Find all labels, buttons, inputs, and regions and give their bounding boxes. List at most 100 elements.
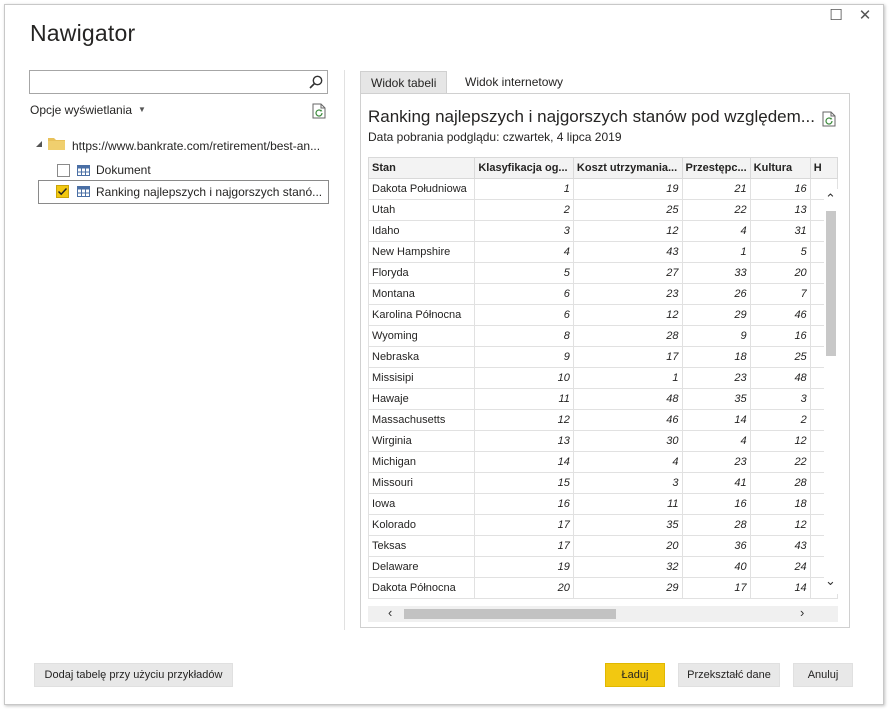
column-header[interactable]: Koszt utrzymania... bbox=[572, 157, 683, 179]
scroll-up-icon[interactable]: ⌃ bbox=[825, 191, 836, 207]
table-row: Dakota Północna 20 29 17 14 bbox=[368, 577, 838, 599]
tab-table-view[interactable]: Widok tabeli bbox=[360, 71, 448, 94]
table-cell: 13 bbox=[474, 430, 574, 452]
table-cell: Wyoming bbox=[368, 325, 476, 347]
search-input[interactable] bbox=[29, 70, 328, 94]
table-cell: 22 bbox=[749, 451, 811, 473]
column-header[interactable]: Stan bbox=[368, 157, 476, 179]
data-grid[interactable]: Stan Klasyfikacja og... Koszt utrzymania..… bbox=[368, 157, 838, 606]
table-row: Michigan 14 4 23 22 bbox=[368, 451, 838, 473]
table-cell: 11 bbox=[474, 388, 574, 410]
column-header[interactable]: Kultura bbox=[749, 157, 811, 179]
table-cell: 20 bbox=[749, 262, 811, 284]
table-cell: 18 bbox=[681, 346, 751, 368]
table-cell: 6 bbox=[474, 304, 574, 326]
table-cell: 25 bbox=[572, 199, 683, 221]
table-cell: 3 bbox=[474, 220, 574, 242]
column-header[interactable]: Przestępc... bbox=[681, 157, 751, 179]
table-cell: Iowa bbox=[368, 493, 476, 515]
table-cell: Idaho bbox=[368, 220, 476, 242]
table-row: Karolina Północna 6 12 29 46 bbox=[368, 304, 838, 326]
table-row: Wirginia 13 30 4 12 bbox=[368, 430, 838, 452]
table-icon bbox=[77, 165, 90, 176]
table-cell: 7 bbox=[749, 283, 811, 305]
refresh-icon[interactable] bbox=[312, 103, 326, 119]
expand-triangle-icon[interactable] bbox=[35, 140, 43, 148]
close-icon[interactable]: ✕ bbox=[855, 6, 875, 26]
scroll-left-icon[interactable]: ‹ bbox=[388, 605, 392, 620]
table-cell: 35 bbox=[681, 388, 751, 410]
table-row: Missouri 15 3 41 28 bbox=[368, 472, 838, 494]
maximize-icon[interactable]: ☐ bbox=[826, 6, 846, 26]
table-cell: Karolina Północna bbox=[368, 304, 476, 326]
column-header[interactable]: Klasyfikacja og... bbox=[474, 157, 574, 179]
display-options-label: Opcje wyświetlania bbox=[30, 103, 133, 117]
table-cell: 28 bbox=[572, 325, 683, 347]
tree-item-label: Ranking najlepszych i najgorszych stanó.… bbox=[96, 185, 323, 199]
checkbox-ranking[interactable] bbox=[56, 185, 69, 198]
table-cell: Hawaje bbox=[368, 388, 476, 410]
table-cell: 4 bbox=[572, 451, 683, 473]
horizontal-scroll-thumb[interactable] bbox=[404, 609, 616, 619]
preview-title: Ranking najlepszych i najgorszych stanów… bbox=[368, 107, 815, 126]
table-row: Dakota Południowa 1 19 21 16 bbox=[368, 178, 838, 200]
scroll-down-icon[interactable]: ⌄ bbox=[825, 573, 836, 589]
table-row: Idaho 3 12 4 31 bbox=[368, 220, 838, 242]
tree-item-label: Dokument bbox=[96, 163, 151, 177]
checkbox-dokument[interactable] bbox=[57, 164, 70, 177]
cancel-button[interactable]: Anuluj bbox=[793, 663, 853, 687]
table-cell: 23 bbox=[681, 451, 751, 473]
table-cell: 12 bbox=[572, 304, 683, 326]
scroll-right-icon[interactable]: › bbox=[800, 605, 804, 620]
table-row: Massachusetts 12 46 14 2 bbox=[368, 409, 838, 431]
table-cell: 12 bbox=[474, 409, 574, 431]
table-row: Floryda 5 27 33 20 bbox=[368, 262, 838, 284]
table-cell: 9 bbox=[474, 346, 574, 368]
table-cell: 2 bbox=[474, 199, 574, 221]
table-cell: Teksas bbox=[368, 535, 476, 557]
transform-data-button[interactable]: Przekształć dane bbox=[678, 663, 780, 687]
load-button[interactable]: Ładuj bbox=[605, 663, 665, 687]
table-cell: 10 bbox=[474, 367, 574, 389]
table-cell: 12 bbox=[749, 514, 811, 536]
table-cell: 4 bbox=[681, 220, 751, 242]
table-cell: 23 bbox=[572, 283, 683, 305]
table-cell: 17 bbox=[474, 514, 574, 536]
table-cell: Utah bbox=[368, 199, 476, 221]
table-cell: 40 bbox=[681, 556, 751, 578]
table-cell: 14 bbox=[474, 451, 574, 473]
table-cell: 18 bbox=[749, 493, 811, 515]
table-cell: Dakota Południowa bbox=[368, 178, 476, 200]
table-cell: 22 bbox=[681, 199, 751, 221]
table-cell: 30 bbox=[572, 430, 683, 452]
refresh-icon[interactable] bbox=[822, 111, 836, 127]
table-cell: 36 bbox=[681, 535, 751, 557]
table-cell: 3 bbox=[749, 388, 811, 410]
table-row: Wyoming 8 28 9 16 bbox=[368, 325, 838, 347]
table-cell: 28 bbox=[681, 514, 751, 536]
table-cell: 16 bbox=[749, 178, 811, 200]
table-cell: 12 bbox=[572, 220, 683, 242]
table-row: New Hampshire 4 43 1 5 bbox=[368, 241, 838, 263]
vertical-scrollbar[interactable]: ⌃ ⌄ bbox=[824, 189, 838, 594]
horizontal-scrollbar[interactable]: ‹ › bbox=[368, 605, 838, 622]
dialog-title: Nawigator bbox=[30, 20, 136, 46]
table-cell: 48 bbox=[572, 388, 683, 410]
add-table-by-example-button[interactable]: Dodaj tabelę przy użyciu przykładów bbox=[34, 663, 233, 687]
table-row: Utah 2 25 22 13 bbox=[368, 199, 838, 221]
table-cell: 31 bbox=[749, 220, 811, 242]
vertical-scroll-thumb[interactable] bbox=[826, 211, 836, 356]
folder-icon bbox=[48, 138, 65, 150]
display-options-dropdown[interactable]: Opcje wyświetlania ▼ bbox=[30, 103, 146, 117]
table-cell: 16 bbox=[681, 493, 751, 515]
table-cell: 27 bbox=[572, 262, 683, 284]
tab-web-view[interactable]: Widok internetowy bbox=[455, 71, 573, 93]
table-row: Missisipi 10 1 23 48 bbox=[368, 367, 838, 389]
table-cell: 26 bbox=[681, 283, 751, 305]
column-header[interactable]: H bbox=[809, 157, 838, 179]
table-cell: 29 bbox=[681, 304, 751, 326]
table-cell: 17 bbox=[681, 577, 751, 599]
table-cell: 1 bbox=[474, 178, 574, 200]
table-cell: 35 bbox=[572, 514, 683, 536]
search-icon[interactable] bbox=[308, 74, 324, 90]
